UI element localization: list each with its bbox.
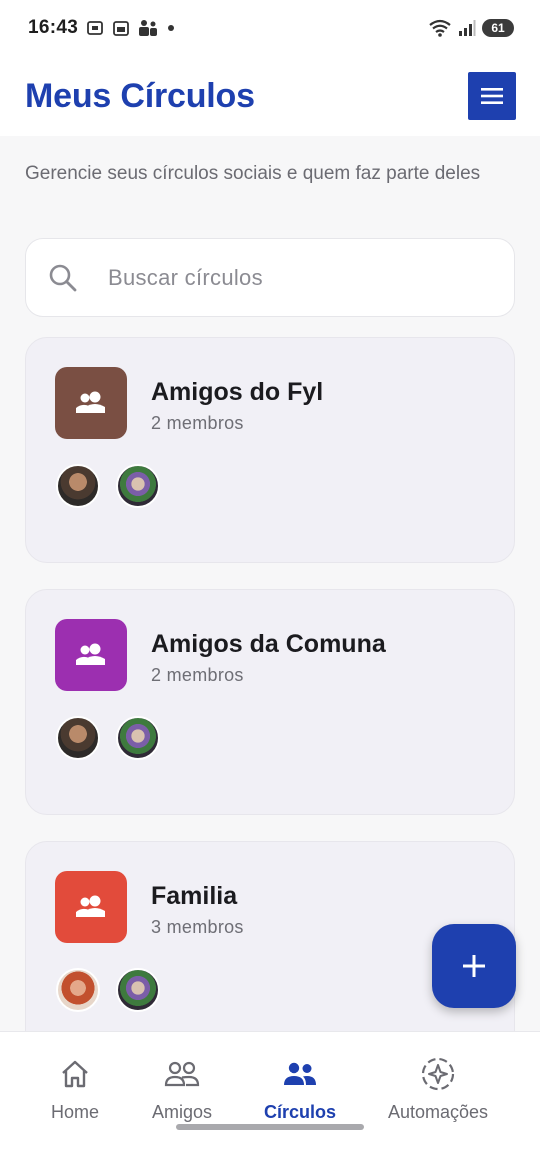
add-circle-button[interactable] (432, 924, 516, 1008)
group-icon (284, 1062, 316, 1085)
signal-icon (458, 19, 476, 37)
member-avatars (56, 968, 160, 1012)
circle-icon-badge (55, 367, 127, 439)
system-home-indicator[interactable] (176, 1124, 364, 1130)
nav-label: Automações (387, 1102, 489, 1122)
page-title: Meus Círculos (25, 76, 255, 115)
nav-item-automacoes[interactable]: Automações (384, 1032, 492, 1142)
circle-member-count: 2 membros (151, 413, 244, 433)
status-right: 61 (428, 19, 514, 37)
avatar (116, 464, 160, 508)
more-notifications-dot-icon (166, 23, 176, 33)
circle-card-amigos-da-comuna[interactable]: Amigos da Comuna 2 membros (25, 589, 515, 815)
nav-item-home[interactable]: Home (45, 1032, 105, 1142)
circle-icon-badge (55, 619, 127, 691)
circle-icon-badge (55, 871, 127, 943)
nav-label: Círculos (263, 1102, 337, 1122)
bottom-navigation: Home Amigos Círculos Automações (0, 1031, 540, 1170)
search-icon (49, 264, 77, 291)
app-header: Meus Círculos (0, 56, 540, 136)
circle-name: Familia (151, 882, 238, 910)
calendar-notification-icon (112, 19, 130, 37)
status-bar: 16:43 61 (0, 0, 540, 56)
menu-button[interactable] (468, 72, 516, 120)
avatar (56, 716, 100, 760)
home-icon (62, 1060, 88, 1088)
auto-awesome-icon (421, 1057, 455, 1091)
page-subtitle: Gerencie seus círculos sociais e quem fa… (25, 163, 481, 184)
avatar (116, 716, 160, 760)
wifi-icon (428, 19, 452, 37)
screenshot-notification-icon (86, 19, 104, 37)
circle-member-count: 3 membros (151, 917, 244, 937)
teams-notification-icon (138, 19, 158, 37)
hamburger-menu-icon (481, 88, 503, 104)
nav-label: Home (50, 1102, 99, 1122)
circle-card-amigos-do-fyl[interactable]: Amigos do Fyl 2 membros (25, 337, 515, 563)
circle-name: Amigos da Comuna (151, 630, 386, 658)
battery-indicator: 61 (482, 19, 514, 37)
avatar (56, 464, 100, 508)
search-box[interactable] (25, 238, 515, 317)
avatar (56, 968, 100, 1012)
avatar (116, 968, 160, 1012)
nav-label: Amigos (151, 1102, 213, 1122)
group-icon (76, 391, 105, 413)
status-time: 16:43 (28, 17, 79, 38)
plus-icon (463, 955, 485, 977)
member-avatars (56, 464, 160, 508)
group-icon (76, 895, 105, 917)
circle-member-count: 2 membros (151, 665, 244, 685)
circle-name: Amigos do Fyl (151, 378, 324, 406)
search-input[interactable] (108, 264, 488, 291)
group-icon (76, 643, 105, 665)
status-left: 16:43 (28, 17, 176, 39)
people-outline-icon (164, 1061, 200, 1087)
member-avatars (56, 716, 160, 760)
